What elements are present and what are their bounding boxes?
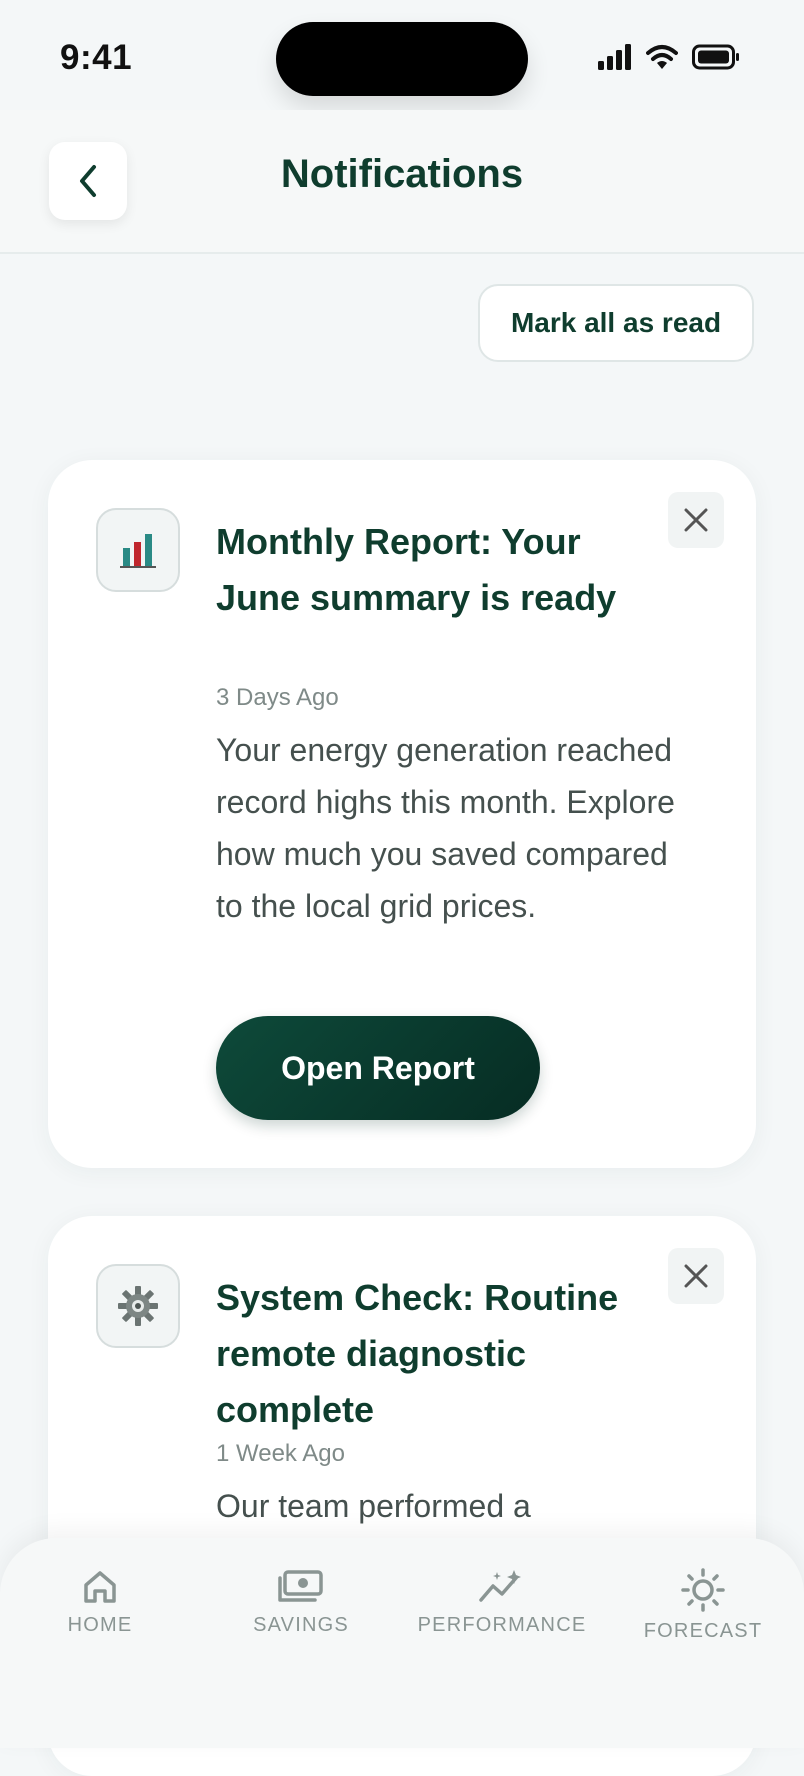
mark-all-read-button[interactable]: Mark all as read — [478, 284, 754, 362]
notification-title: System Check: Routine remote diagnostic … — [216, 1277, 619, 1430]
tab-performance-label: PERFORMANCE — [417, 1614, 587, 1636]
tab-savings-label: SAVINGS — [253, 1614, 349, 1636]
notification-time: 3 Days Ago — [216, 684, 339, 711]
open-report-button[interactable]: Open Report — [216, 1016, 540, 1120]
wifi-icon — [646, 45, 678, 69]
page-title: Notifications — [280, 152, 524, 196]
tab-forecast-label: FORECAST — [643, 1620, 763, 1642]
status-bar: 9:41 — [0, 0, 804, 110]
tab-performance[interactable]: PERFORMANCE — [402, 1568, 602, 1637]
gear-icon — [118, 1286, 158, 1326]
notification-body: Your energy generation reached record hi… — [216, 732, 675, 924]
dismiss-button[interactable] — [668, 1248, 724, 1304]
close-icon — [684, 508, 708, 532]
status-icons — [598, 44, 740, 70]
bar-chart-icon — [120, 534, 156, 568]
notification-title: Monthly Report: Your June summary is rea… — [216, 521, 617, 618]
bottom-tab-bar: HOME SAVINGS PERFORMANCE FORECAST — [0, 1538, 804, 1748]
tab-savings[interactable]: SAVINGS — [201, 1568, 401, 1637]
home-icon — [84, 1571, 116, 1603]
notification-icon-box — [96, 508, 180, 592]
cash-icon — [278, 1570, 323, 1602]
close-icon — [684, 1264, 708, 1288]
sun-icon — [681, 1568, 725, 1612]
notification-body: Our team performed a — [216, 1488, 531, 1524]
notification-card: Monthly Report: Your June summary is rea… — [48, 460, 756, 1168]
dismiss-button[interactable] — [668, 492, 724, 548]
tab-forecast[interactable]: FORECAST — [603, 1568, 803, 1643]
header: Notifications — [0, 110, 804, 254]
performance-icon — [479, 1570, 521, 1602]
signal-icon — [598, 44, 631, 70]
battery-icon — [692, 44, 739, 70]
tab-home-label: HOME — [67, 1614, 133, 1636]
notification-time: 1 Week Ago — [216, 1440, 345, 1467]
notification-icon-box — [96, 1264, 180, 1348]
tab-home[interactable]: HOME — [0, 1568, 200, 1637]
status-time: 9:41 — [60, 38, 133, 77]
dynamic-island — [276, 22, 528, 96]
